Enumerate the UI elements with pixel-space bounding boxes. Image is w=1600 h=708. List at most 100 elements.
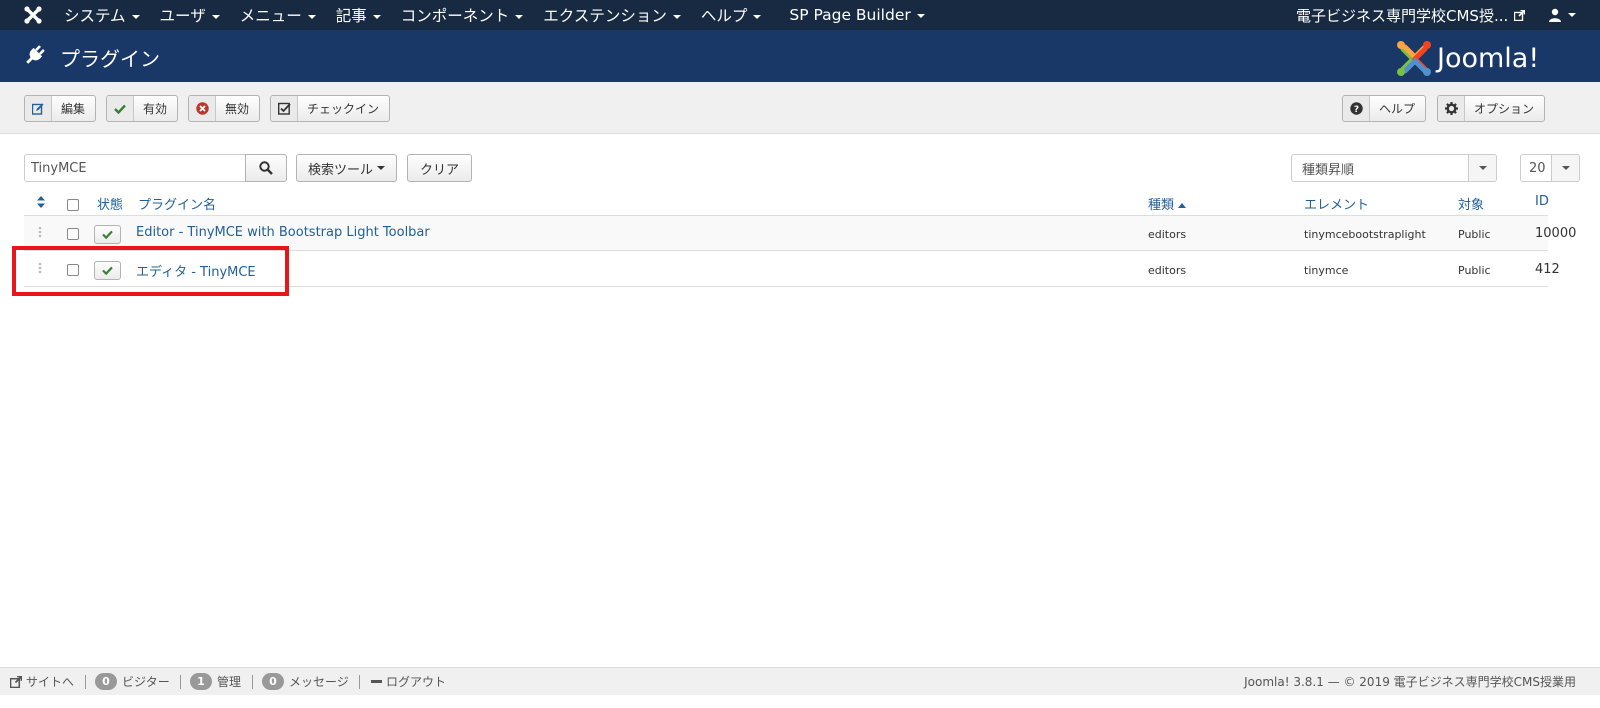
admins-link[interactable]: 1 管理: [190, 673, 241, 690]
view-site-label: サイトへ: [26, 675, 75, 689]
check-icon: [107, 96, 134, 121]
search-input[interactable]: [24, 154, 246, 182]
search-button[interactable]: [245, 154, 287, 182]
plugin-access: Public: [1458, 228, 1491, 241]
check-icon: [102, 230, 113, 239]
caret-down-icon: [131, 14, 140, 19]
menu-system-label: システム: [64, 7, 126, 25]
messages-badge: 0: [262, 673, 284, 690]
edit-button-label: 編集: [61, 102, 86, 116]
row-checkbox[interactable]: [67, 228, 79, 240]
header-element[interactable]: エレメント: [1304, 194, 1369, 213]
clear-button[interactable]: クリア: [407, 154, 472, 182]
row-checkbox[interactable]: [67, 264, 79, 276]
enable-button-label: 有効: [143, 102, 168, 116]
disable-button[interactable]: 無効: [188, 95, 261, 122]
menu-users[interactable]: ユーザ: [160, 4, 220, 26]
enable-button[interactable]: 有効: [106, 95, 179, 122]
plugin-element: tinymcebootstraplight: [1304, 228, 1426, 241]
sort-select[interactable]: 種類昇順: [1291, 154, 1497, 182]
caret-down-icon: [307, 14, 316, 19]
logout-label: ログアウト: [386, 675, 447, 689]
limit-select[interactable]: 20: [1520, 154, 1580, 182]
table-row: エディタ - TinyMCE editors tinymce Public 41…: [24, 252, 1560, 287]
top-navbar: システム ユーザ メニュー 記事 コンポーネント エクステンション ヘルプ SP…: [0, 0, 1600, 30]
caret-down-icon: [916, 13, 925, 18]
caret-down-icon: [1568, 13, 1576, 17]
header-access[interactable]: 対象: [1458, 194, 1484, 213]
select-all-checkbox[interactable]: [67, 199, 79, 211]
question-circle-icon: ?: [1343, 96, 1370, 121]
header-plugin-name[interactable]: プラグイン名: [138, 194, 216, 213]
header-type[interactable]: 種類: [1148, 194, 1187, 213]
menu-help[interactable]: ヘルプ: [701, 4, 762, 26]
view-site-link[interactable]: サイトへ: [10, 673, 74, 690]
menu-extensions[interactable]: エクステンション: [543, 4, 681, 26]
edit-button[interactable]: 編集: [24, 95, 97, 122]
header-id[interactable]: ID: [1535, 194, 1549, 209]
chevron-down-icon: [1551, 155, 1579, 181]
joomla-menu-icon[interactable]: [23, 5, 43, 25]
gear-icon: [1438, 96, 1465, 121]
menu-users-label: ユーザ: [159, 7, 206, 25]
options-button[interactable]: オプション: [1437, 95, 1546, 122]
search-tools-label: 検索ツール: [307, 162, 373, 178]
plugin-id: 10000: [1535, 226, 1577, 241]
plugin-type: editors: [1148, 264, 1187, 277]
menu-content[interactable]: 記事: [336, 4, 381, 26]
caret-down-icon: [753, 14, 762, 19]
visitors-badge: 0: [95, 673, 117, 690]
plugin-element: tinymce: [1304, 264, 1349, 277]
footer-divider: [252, 675, 253, 689]
svg-text:Joomla!: Joomla!: [1435, 43, 1539, 74]
plugin-access: Public: [1458, 264, 1491, 277]
disable-button-label: 無効: [225, 102, 250, 116]
svg-text:?: ?: [1353, 105, 1358, 115]
cancel-circle-icon: [189, 96, 216, 121]
footer-divider: [359, 675, 360, 689]
drag-handle-icon[interactable]: [38, 262, 42, 274]
ordering-sort-icon[interactable]: [37, 196, 45, 208]
user-menu[interactable]: [1548, 7, 1578, 23]
check-icon: [102, 266, 113, 275]
menu-sp-page-builder-label: SP Page Builder: [789, 6, 911, 24]
clear-button-label: クリア: [419, 162, 459, 178]
header-status[interactable]: 状態: [97, 194, 123, 213]
logout-link[interactable]: ログアウト: [371, 673, 446, 690]
plugin-name-link[interactable]: エディタ - TinyMCE: [136, 261, 256, 280]
joomla-logo: Joomla!: [1397, 41, 1539, 76]
status-toggle-button[interactable]: [94, 225, 121, 244]
main-menu: システム ユーザ メニュー 記事 コンポーネント エクステンション ヘルプ SP…: [64, 0, 945, 30]
footer-divider: [85, 675, 86, 689]
edit-icon: [25, 96, 52, 121]
checkin-button[interactable]: チェックイン: [270, 95, 391, 122]
external-link-icon: [1514, 9, 1526, 21]
plugin-name-link[interactable]: Editor - TinyMCE with Bootstrap Light To…: [136, 225, 430, 240]
caret-down-icon: [515, 14, 524, 19]
drag-handle-icon[interactable]: [38, 226, 42, 238]
checkin-button-label: チェックイン: [307, 102, 380, 116]
visitors-link[interactable]: 0 ビジター: [95, 673, 170, 690]
copyright-text: Joomla! 3.8.1 — © 2019 電子ビジネス専門学校CMS授業用: [1244, 675, 1576, 689]
sort-select-value: 種類昇順: [1302, 162, 1355, 178]
menu-sp-page-builder[interactable]: SP Page Builder: [789, 6, 925, 24]
limit-select-value: 20: [1529, 160, 1546, 176]
menu-help-label: ヘルプ: [700, 7, 748, 25]
user-icon: [1549, 8, 1561, 22]
search-tools-button[interactable]: 検索ツール: [296, 154, 397, 182]
menu-components[interactable]: コンポーネント: [401, 4, 524, 26]
menu-content-label: 記事: [335, 7, 367, 25]
menu-system[interactable]: システム: [64, 4, 140, 26]
site-link[interactable]: 電子ビジネス専門学校CMS授...: [1296, 0, 1526, 30]
help-button[interactable]: ? ヘルプ: [1342, 95, 1427, 122]
status-toggle-button[interactable]: [94, 261, 121, 280]
search-icon: [259, 161, 273, 175]
messages-link[interactable]: 0 メッセージ: [262, 673, 349, 690]
table-row: Editor - TinyMCE with Bootstrap Light To…: [24, 216, 1576, 251]
caret-down-icon: [672, 14, 681, 19]
options-button-label: オプション: [1474, 102, 1535, 116]
external-link-icon: [10, 675, 22, 688]
plugin-type: editors: [1148, 228, 1187, 241]
menu-menus[interactable]: メニュー: [240, 4, 316, 26]
admins-label: 管理: [217, 675, 242, 689]
